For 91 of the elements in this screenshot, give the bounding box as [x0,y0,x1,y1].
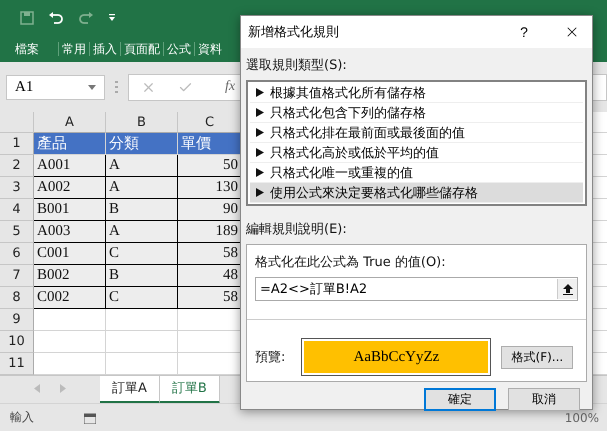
rule-type-text: 只格式化排在最前面或最後面的值 [270,124,465,142]
table-cell: 90 [178,199,242,221]
table-cell: 189 [178,221,242,243]
table-cell: 產品 [34,133,106,155]
select-all-corner[interactable] [0,112,34,133]
name-box[interactable]: A1 [6,74,105,100]
table-cell: 48 [178,265,242,287]
triangle-icon [256,168,264,177]
rule-type-item[interactable]: 只格式化排在最前面或最後面的值 [250,123,583,143]
table-cell: B [106,265,178,287]
table-cell: 58 [178,287,242,309]
rule-type-item[interactable]: 只格式化唯一或重複的值 [250,163,583,183]
row-header[interactable]: 4 [0,199,34,221]
column-header[interactable]: A [34,112,106,133]
column-header[interactable]: C [178,112,242,133]
ribbon-tab[interactable]: 檔案 [12,42,42,56]
function-label[interactable]: fx [225,79,236,95]
upload-icon [562,284,572,294]
row-header[interactable]: 1 [0,133,34,155]
table-cell: A003 [34,221,106,243]
table-cell: C002 [34,287,106,309]
table-cell: C [106,243,178,265]
table-cell: B001 [34,199,106,221]
table-cell: B [106,199,178,221]
preview-sample: AaBbCcYyZz [304,341,488,373]
ok-button[interactable]: 確定 [424,388,496,411]
table-cell: C001 [34,243,106,265]
table-cell: 130 [178,177,242,199]
dialog-title: 新增格式化規則 [248,24,340,41]
collapse-button[interactable] [557,279,577,299]
description-label: 編輯規則說明(E): [246,221,348,238]
rule-type-item[interactable]: 使用公式來決定要格式化哪些儲存格 [250,183,583,203]
status-mode: 輸入 [10,409,34,426]
table-cell: A [106,177,178,199]
rule-type-text: 根據其值格式化所有儲存格 [270,84,426,102]
undo-icon[interactable] [48,10,64,24]
table-cell: A [106,221,178,243]
ribbon-tab[interactable]: 常用 [58,42,89,56]
sheet-tab[interactable]: 訂單B [160,376,220,404]
cancel-button[interactable]: 取消 [508,388,580,411]
triangle-icon [256,108,264,117]
row-header[interactable]: 9 [0,309,34,331]
help-button[interactable]: ? [504,16,544,48]
row-header[interactable]: 6 [0,243,34,265]
macro-icon[interactable] [84,412,96,424]
table-cell: A002 [34,177,106,199]
column-header[interactable]: B [106,112,178,133]
rule-type-text: 只格式化唯一或重複的值 [270,164,413,182]
rule-type-text: 只格式化包含下列的儲存格 [270,104,426,122]
triangle-icon [256,188,264,197]
caret-icon [88,84,96,90]
zoom-level[interactable]: 100% [564,410,599,424]
row-header[interactable]: 2 [0,155,34,177]
left-arrow-icon[interactable] [34,384,40,393]
table-cell: A [106,155,178,177]
ribbon-tab[interactable]: 插入 [89,42,120,56]
rule-type-text: 使用公式來決定要格式化哪些儲存格 [270,184,478,202]
table-cell: A001 [34,155,106,177]
rule-type-item[interactable]: 根據其值格式化所有儲存格 [250,83,583,103]
rule-type-label: 選取規則類型(S): [246,57,348,74]
rule-type-item[interactable]: 只格式化包含下列的儲存格 [250,103,583,123]
row-header[interactable]: 11 [0,353,34,375]
table-cell: 50 [178,155,242,177]
ribbon-tab[interactable]: 資料 [194,42,225,56]
row-header[interactable]: 8 [0,287,34,309]
save-icon[interactable] [20,10,34,24]
row-header[interactable]: 3 [0,177,34,199]
rule-type-item[interactable]: 只格式化高於或低於平均的值 [250,143,583,163]
triangle-icon [256,128,264,137]
row-header[interactable]: 10 [0,331,34,353]
table-cell: C [106,287,178,309]
ribbon-tab[interactable]: 公式 [163,42,194,56]
ribbon-tab[interactable]: 頁面配 [120,42,163,56]
formula-field[interactable]: =A2<>訂單B!A2 [255,277,578,301]
preview-label: 預覽: [255,349,286,366]
dropdown-icon[interactable] [108,14,116,22]
format-button[interactable]: 格式(F)... [501,346,574,368]
redo-icon[interactable] [78,10,94,24]
rule-type-text: 只格式化高於或低於平均的值 [270,144,439,162]
triangle-icon [256,148,264,157]
sheet-tab[interactable]: 訂單A [100,376,160,404]
row-header[interactable]: 7 [0,265,34,287]
right-arrow-icon[interactable] [60,384,66,393]
table-cell: 58 [178,243,242,265]
triangle-icon [256,88,264,97]
table-cell: B002 [34,265,106,287]
grip-icon [115,81,118,93]
table-cell: 單價 [178,133,242,155]
formula-label: 格式化在此公式為 True 的值(O): [255,254,447,271]
row-header[interactable]: 5 [0,221,34,243]
table-cell: 分類 [106,133,178,155]
